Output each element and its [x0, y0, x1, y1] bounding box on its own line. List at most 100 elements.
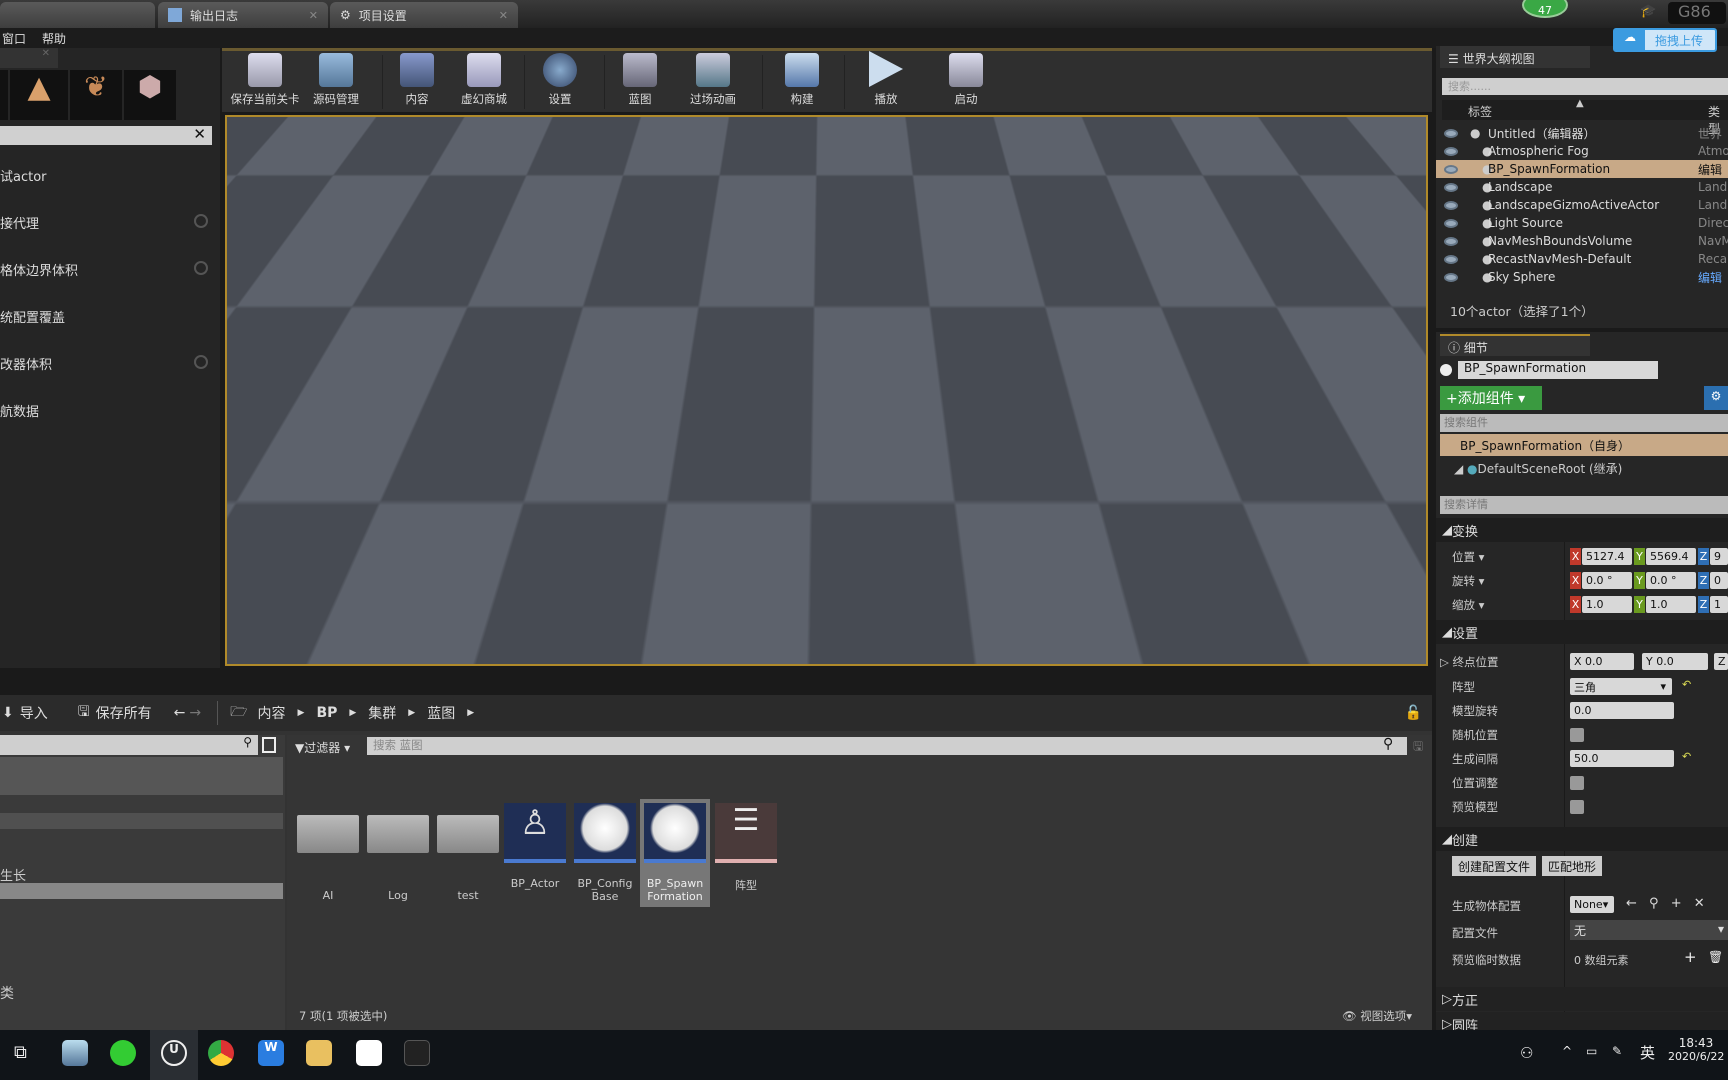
- outliner-search-input[interactable]: 搜索......: [1442, 78, 1728, 95]
- visibility-eye-icon[interactable]: [1444, 146, 1458, 156]
- notification-badge[interactable]: 47: [1522, 0, 1568, 18]
- scale-z-input[interactable]: 1: [1710, 596, 1728, 613]
- battery-icon[interactable]: ▭: [1586, 1044, 1597, 1058]
- menu-window[interactable]: 窗口: [2, 30, 26, 47]
- outliner-row[interactable]: ● Sky Sphere 编辑: [1436, 268, 1728, 286]
- formation-dropdown[interactable]: 三角 ▾: [1570, 678, 1672, 695]
- preview-model-checkbox[interactable]: [1570, 800, 1584, 814]
- asset-bp-spawn-formation[interactable]: BP_Spawn Formation: [640, 799, 710, 907]
- tree-row-selected[interactable]: [0, 757, 283, 795]
- close-icon[interactable]: ✕: [42, 48, 50, 59]
- upload-button[interactable]: ☁ 拖拽上传: [1613, 28, 1717, 52]
- outliner-row[interactable]: ● RecastNavMesh-Default Reca: [1436, 250, 1728, 268]
- rot-snap-value[interactable]: 10°: [1239, 123, 1274, 147]
- outliner-row[interactable]: ● Atmospheric Fog Atmo: [1436, 142, 1728, 160]
- help-icon[interactable]: [194, 261, 208, 275]
- play-button[interactable]: 播放: [858, 51, 914, 111]
- column-label[interactable]: 标签: [1468, 103, 1492, 120]
- list-item[interactable]: 航数据: [0, 401, 39, 420]
- panel-tab[interactable]: ✕: [0, 48, 58, 68]
- rotation-z-input[interactable]: 0: [1710, 572, 1728, 589]
- config-file-dropdown[interactable]: 无 ▾: [1570, 920, 1728, 940]
- location-y-input[interactable]: 5569.4: [1646, 548, 1696, 565]
- scale-y-input[interactable]: 1.0: [1646, 596, 1696, 613]
- list-item[interactable]: 改器体积: [0, 354, 52, 373]
- outliner-tab[interactable]: ☰ 世界大纲视图: [1440, 46, 1590, 68]
- scale-snap-icon[interactable]: ↗: [1287, 123, 1311, 147]
- add-icon[interactable]: +: [1671, 896, 1682, 911]
- section-square[interactable]: ▷ 方正: [1436, 987, 1728, 1011]
- search-icon[interactable]: ⚲: [243, 735, 252, 749]
- surface-snap-icon[interactable]: ⤓: [1127, 123, 1146, 147]
- outliner-row[interactable]: ● Light Source Direc: [1436, 214, 1728, 232]
- move-icon[interactable]: ✥: [1024, 123, 1048, 147]
- scale-label[interactable]: 缩放 ▾: [1452, 597, 1484, 613]
- random-pos-checkbox[interactable]: [1570, 728, 1584, 742]
- rotate-icon[interactable]: ↻: [1047, 123, 1071, 147]
- gizmo-z-axis[interactable]: [724, 322, 728, 382]
- tree-row-highlight[interactable]: [0, 883, 283, 899]
- chrome-app-icon[interactable]: [208, 1040, 234, 1066]
- asset-folder-ai[interactable]: AI: [297, 803, 359, 902]
- perspective-button[interactable]: ◆ 透视: [259, 123, 309, 145]
- blueprint-settings-button[interactable]: ⚙: [1704, 386, 1728, 410]
- scale-x-input[interactable]: 1.0: [1582, 596, 1632, 613]
- list-item[interactable]: 试actor: [0, 166, 47, 185]
- outliner-row[interactable]: ● LandscapeGizmoActiveActor Land: [1436, 196, 1728, 214]
- use-selected-icon[interactable]: ←: [1626, 896, 1637, 911]
- settings-button[interactable]: 设置: [532, 53, 588, 111]
- visibility-eye-icon[interactable]: [1444, 128, 1458, 138]
- view-options-button[interactable]: 👁 视图选项▾: [1342, 1008, 1412, 1024]
- camera-speed-group[interactable]: 🎥 2: [1357, 123, 1406, 147]
- forward-icon[interactable]: →: [189, 705, 201, 721]
- visibility-eye-icon[interactable]: [1444, 236, 1458, 246]
- save-all-button[interactable]: 保存所有: [96, 703, 152, 723]
- visibility-eye-icon[interactable]: [1444, 200, 1458, 210]
- marketplace-button[interactable]: 虚幻商城: [454, 53, 514, 111]
- outliner-row[interactable]: ● NavMeshBoundsVolume NavM: [1436, 232, 1728, 250]
- component-self[interactable]: BP_SpawnFormation（自身）: [1440, 434, 1728, 456]
- visibility-eye-icon[interactable]: [1444, 272, 1458, 282]
- import-button[interactable]: 导入: [20, 703, 48, 723]
- tree-item[interactable]: 类: [0, 983, 14, 1003]
- tree-search-input[interactable]: ⚲: [0, 735, 258, 755]
- create-config-button[interactable]: 创建配置文件: [1452, 856, 1537, 876]
- help-icon[interactable]: [194, 214, 208, 228]
- actor-name-input[interactable]: BP_SpawnFormation: [1458, 361, 1658, 379]
- tree-row[interactable]: [0, 813, 283, 829]
- visibility-eye-icon[interactable]: [1444, 218, 1458, 228]
- trash-icon[interactable]: 🗑: [1708, 950, 1723, 964]
- asset-formation-enum[interactable]: ☰ 阵型: [715, 803, 777, 893]
- tab-project-settings[interactable]: ⚙ 项目设置 ✕: [330, 2, 518, 28]
- ime-indicator[interactable]: 英: [1640, 1042, 1655, 1063]
- source-control-button[interactable]: 源码管理: [306, 53, 366, 111]
- content-button[interactable]: 内容: [392, 53, 442, 111]
- component-search-input[interactable]: 搜索组件: [1440, 414, 1728, 432]
- close-icon[interactable]: ✕: [499, 9, 508, 22]
- asset-bp-config-base[interactable]: BP_Config Base: [574, 803, 636, 903]
- people-icon[interactable]: ⚇: [1520, 1044, 1533, 1062]
- section-settings[interactable]: ◢ 设置: [1436, 620, 1728, 644]
- reset-icon[interactable]: ↶: [1682, 750, 1691, 763]
- search-input[interactable]: ✕: [0, 125, 212, 145]
- outliner-row[interactable]: ● Untitled（编辑器） 世界: [1436, 124, 1728, 142]
- breadcrumb-item[interactable]: 蓝图: [427, 703, 455, 723]
- tree-item[interactable]: 生长: [0, 865, 26, 884]
- build-button[interactable]: 构建: [774, 53, 830, 111]
- show-button[interactable]: 显示: [381, 123, 418, 145]
- outliner-row[interactable]: ● Landscape Land: [1436, 178, 1728, 196]
- list-item[interactable]: 格体边界体积: [0, 260, 78, 279]
- close-icon[interactable]: ✕: [309, 9, 318, 22]
- pos-adjust-checkbox[interactable]: [1570, 776, 1584, 790]
- add-element-icon[interactable]: +: [1684, 948, 1697, 966]
- browse-icon[interactable]: ⚲: [1649, 896, 1659, 911]
- rotation-label[interactable]: 旋转 ▾: [1452, 573, 1484, 589]
- save-level-button[interactable]: 保存当前关卡: [230, 53, 300, 111]
- scale-snap-value[interactable]: 0.25: [1310, 123, 1352, 147]
- list-item[interactable]: 统配置覆盖: [0, 307, 65, 326]
- reset-icon[interactable]: ↶: [1682, 678, 1691, 691]
- search-icon[interactable]: ⚲: [1383, 736, 1393, 752]
- back-icon[interactable]: ←: [174, 705, 186, 721]
- breadcrumb-item[interactable]: 集群: [368, 703, 396, 723]
- list-view-icon[interactable]: [262, 737, 276, 753]
